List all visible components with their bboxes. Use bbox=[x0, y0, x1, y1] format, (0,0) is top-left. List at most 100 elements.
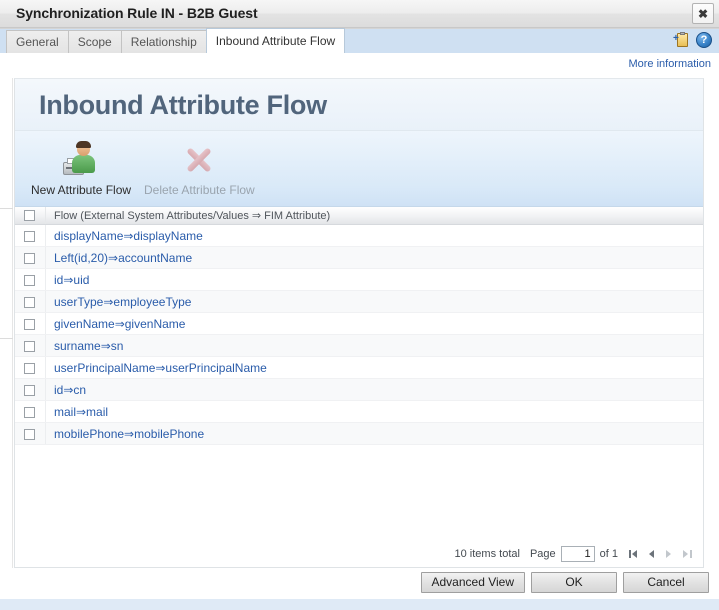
row-checkbox[interactable] bbox=[24, 318, 35, 330]
toolbar: New Attribute Flow Delete Attribute Flow bbox=[15, 131, 703, 207]
tab-strip: General Scope Relationship Inbound Attri… bbox=[0, 28, 719, 54]
page-selector: Page of 1 bbox=[530, 546, 618, 562]
table-row[interactable]: userType⇒employeeType bbox=[15, 290, 703, 313]
title-bar: Synchronization Rule IN - B2B Guest ✖ bbox=[0, 0, 719, 28]
table-row[interactable]: userPrincipalName⇒userPrincipalName bbox=[15, 356, 703, 379]
flow-link[interactable]: surname⇒sn bbox=[46, 339, 123, 353]
table-row[interactable]: displayName⇒displayName bbox=[15, 224, 703, 247]
tab-inbound-attribute-flow[interactable]: Inbound Attribute Flow bbox=[205, 28, 346, 53]
new-attribute-flow-label: New Attribute Flow bbox=[31, 183, 132, 197]
table-row[interactable]: mobilePhone⇒mobilePhone bbox=[15, 422, 703, 445]
tab-relationship[interactable]: Relationship bbox=[120, 30, 207, 53]
row-checkbox[interactable] bbox=[24, 384, 35, 396]
close-button[interactable]: ✖ bbox=[692, 3, 714, 24]
table-row[interactable]: Left(id,20)⇒accountName bbox=[15, 246, 703, 269]
person-hair bbox=[76, 141, 92, 148]
flow-link[interactable]: givenName⇒givenName bbox=[46, 317, 185, 331]
pagination-bar: 10 items total Page of 1 bbox=[15, 541, 703, 567]
column-header-flow: Flow (External System Attributes/Values … bbox=[45, 207, 703, 225]
flow-link[interactable]: mail⇒mail bbox=[46, 405, 108, 419]
more-information-link[interactable]: More information bbox=[628, 58, 711, 70]
ok-button[interactable]: OK bbox=[531, 572, 617, 593]
row-flow-cell: mail⇒mail bbox=[45, 400, 703, 423]
delete-attribute-flow-icon bbox=[181, 142, 217, 178]
gutter-mark bbox=[0, 338, 13, 339]
page-label: Page bbox=[529, 548, 556, 560]
row-select-cell bbox=[15, 400, 46, 423]
table-row[interactable]: surname⇒sn bbox=[15, 334, 703, 357]
row-select-cell bbox=[15, 312, 46, 335]
row-checkbox[interactable] bbox=[24, 428, 35, 440]
row-checkbox[interactable] bbox=[24, 230, 35, 242]
row-select-cell bbox=[15, 224, 46, 247]
page-title: Synchronization Rule IN - B2B Guest bbox=[16, 5, 258, 21]
row-select-cell bbox=[15, 356, 46, 379]
clipboard-clip bbox=[680, 32, 685, 35]
table-row[interactable]: id⇒cn bbox=[15, 378, 703, 401]
last-page-bar bbox=[690, 550, 692, 558]
row-checkbox[interactable] bbox=[24, 252, 35, 264]
first-page-icon[interactable] bbox=[628, 547, 642, 561]
row-checkbox[interactable] bbox=[24, 274, 35, 286]
table-row[interactable]: givenName⇒givenName bbox=[15, 312, 703, 335]
row-flow-cell: givenName⇒givenName bbox=[45, 312, 703, 335]
table-row[interactable]: mail⇒mail bbox=[15, 400, 703, 423]
tab-inbound-attribute-flow-label: Inbound Attribute Flow bbox=[215, 34, 336, 48]
flow-link[interactable]: displayName⇒displayName bbox=[46, 229, 203, 243]
previous-page-arrow bbox=[649, 550, 654, 558]
column-header-flow-label: Flow (External System Attributes/Values … bbox=[54, 210, 331, 222]
page-input[interactable] bbox=[560, 546, 595, 562]
delete-attribute-flow-button[interactable]: Delete Attribute Flow bbox=[144, 137, 255, 197]
new-attribute-flow-button[interactable]: New Attribute Flow bbox=[31, 137, 131, 197]
flow-link[interactable]: id⇒uid bbox=[46, 273, 89, 287]
row-flow-cell: id⇒uid bbox=[45, 268, 703, 291]
select-all-checkbox[interactable] bbox=[24, 210, 35, 222]
row-checkbox[interactable] bbox=[24, 362, 35, 374]
tab-relationship-label: Relationship bbox=[130, 35, 197, 49]
row-flow-cell: surname⇒sn bbox=[45, 334, 703, 357]
help-icon[interactable]: ? bbox=[696, 32, 712, 48]
row-flow-cell: mobilePhone⇒mobilePhone bbox=[45, 422, 703, 445]
row-select-cell bbox=[15, 378, 46, 401]
select-all-cell bbox=[15, 207, 46, 225]
person-body bbox=[72, 155, 96, 173]
row-flow-cell: id⇒cn bbox=[45, 378, 703, 401]
row-checkbox[interactable] bbox=[24, 296, 35, 308]
flow-link[interactable]: userPrincipalName⇒userPrincipalName bbox=[46, 361, 267, 375]
previous-page-icon[interactable] bbox=[645, 547, 659, 561]
cancel-button[interactable]: Cancel bbox=[623, 572, 709, 593]
left-gutter bbox=[0, 78, 13, 568]
tab-general[interactable]: General bbox=[6, 30, 69, 53]
last-page-arrow bbox=[683, 550, 688, 558]
next-page-arrow bbox=[666, 550, 671, 558]
flow-link[interactable]: Left(id,20)⇒accountName bbox=[46, 251, 192, 265]
flow-link[interactable]: id⇒cn bbox=[46, 383, 86, 397]
first-page-arrow bbox=[632, 550, 637, 558]
row-flow-cell: userType⇒employeeType bbox=[45, 290, 703, 313]
delete-attribute-flow-label: Delete Attribute Flow bbox=[144, 183, 255, 197]
page-of-label: of 1 bbox=[599, 548, 618, 560]
tab-general-label: General bbox=[16, 35, 59, 49]
flow-link[interactable]: mobilePhone⇒mobilePhone bbox=[46, 427, 204, 441]
flow-link[interactable]: userType⇒employeeType bbox=[46, 295, 191, 309]
add-clipboard-icon[interactable]: + bbox=[673, 32, 689, 48]
row-checkbox[interactable] bbox=[24, 340, 35, 352]
row-select-cell bbox=[15, 290, 46, 313]
next-page-icon[interactable] bbox=[662, 547, 676, 561]
tab-scope[interactable]: Scope bbox=[67, 30, 122, 53]
last-page-icon[interactable] bbox=[679, 547, 693, 561]
row-checkbox[interactable] bbox=[24, 406, 35, 418]
sync-rule-dialog: Synchronization Rule IN - B2B Guest ✖ Ge… bbox=[0, 0, 719, 610]
more-information-bar: More information bbox=[0, 54, 719, 74]
tab-strip-actions: + ? bbox=[673, 32, 712, 48]
row-select-cell bbox=[15, 422, 46, 445]
row-select-cell bbox=[15, 246, 46, 269]
panel-title: Inbound Attribute Flow bbox=[39, 90, 327, 120]
footer-button-group: Advanced View OK Cancel bbox=[420, 572, 709, 593]
table-header-row: Flow (External System Attributes/Values … bbox=[15, 207, 703, 225]
attribute-flow-table: Flow (External System Attributes/Values … bbox=[15, 207, 703, 445]
advanced-view-button[interactable]: Advanced View bbox=[420, 572, 525, 593]
table-row[interactable]: id⇒uid bbox=[15, 268, 703, 291]
row-flow-cell: userPrincipalName⇒userPrincipalName bbox=[45, 356, 703, 379]
row-select-cell bbox=[15, 334, 46, 357]
